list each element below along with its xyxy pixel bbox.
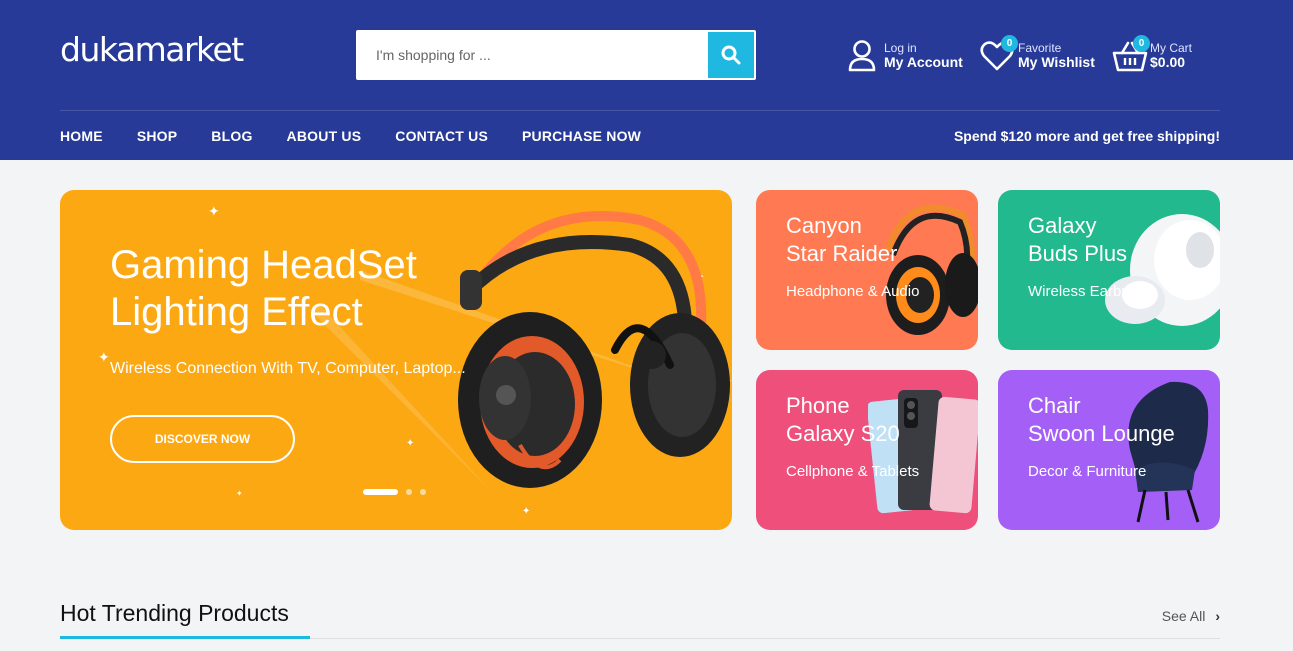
headset-image	[458, 211, 730, 488]
hero-subtitle: Wireless Connection With TV, Computer, L…	[110, 360, 466, 377]
cart-total: $0.00	[1150, 53, 1186, 70]
card-title: Chair Swoon Lounge	[1028, 392, 1175, 448]
chevron-right-icon: ›	[1215, 608, 1220, 624]
site-header: dukamarket Log in My Account 0	[0, 0, 1293, 160]
hero-title-line-2: Lighting Effect	[110, 290, 363, 334]
nav-shop[interactable]: SHOP	[137, 128, 177, 144]
hero-title-line-1: Gaming HeadSet	[110, 243, 417, 287]
promo-card-chair[interactable]: Chair Swoon Lounge Decor & Furniture	[998, 370, 1220, 530]
promo-card-earbuds[interactable]: Galaxy Buds Plus Wireless Earbuds	[998, 190, 1220, 350]
card-title-line-2: Galaxy S20	[786, 421, 900, 446]
wishlist-count-badge: 0	[1001, 35, 1018, 52]
svg-text:✦: ✦	[98, 349, 110, 365]
see-all-link[interactable]: See All ›	[1162, 608, 1220, 624]
card-title-line-1: Canyon	[786, 213, 862, 238]
search-button[interactable]	[708, 32, 754, 78]
wishlist-label: My Wishlist	[1018, 53, 1095, 70]
card-subtitle: Headphone & Audio	[786, 283, 920, 300]
promo-card-phone[interactable]: Phone Galaxy S20 Cellphone & Tablets	[756, 370, 978, 530]
card-subtitle: Wireless Earbuds	[1028, 283, 1146, 300]
header-divider	[60, 110, 1220, 111]
svg-text:✦: ✦	[236, 489, 243, 498]
card-title: Phone Galaxy S20	[786, 392, 900, 448]
discover-now-button[interactable]: DISCOVER NOW	[110, 415, 295, 463]
card-title: Galaxy Buds Plus	[1028, 212, 1127, 268]
cart-count-badge: 0	[1133, 35, 1150, 52]
site-logo[interactable]: dukamarket	[60, 30, 244, 69]
cart-link[interactable]: 0 My Cart $0.00	[1112, 35, 1192, 74]
wishlist-small-label: Favorite	[1018, 40, 1062, 55]
hero-title: Gaming HeadSet Lighting Effect	[110, 242, 417, 336]
card-title-line-2: Swoon Lounge	[1028, 421, 1175, 446]
svg-text:✦: ✦	[406, 438, 414, 449]
search-bar	[356, 30, 756, 80]
nav-blog[interactable]: BLOG	[211, 128, 252, 144]
nav-about-us[interactable]: ABOUT US	[287, 128, 362, 144]
wishlist-link[interactable]: 0 Favorite My Wishlist	[980, 35, 1095, 74]
card-title-line-2: Buds Plus	[1028, 241, 1128, 266]
account-label: My Account	[884, 53, 963, 70]
free-shipping-promo: Spend $120 more and get free shipping!	[953, 128, 1220, 144]
nav-contact-us[interactable]: CONTACT US	[395, 128, 488, 144]
card-title-line-1: Phone	[786, 393, 850, 418]
cart-small-label: My Cart	[1150, 40, 1192, 55]
slider-dot-1[interactable]	[363, 489, 398, 495]
account-small-label: Log in	[884, 40, 917, 55]
nav-purchase-now[interactable]: PURCHASE NOW	[522, 128, 641, 144]
svg-text:✦: ✦	[208, 203, 220, 219]
section-title-underline	[60, 636, 310, 639]
section-title: Hot Trending Products	[60, 600, 289, 626]
user-icon	[846, 39, 880, 73]
card-subtitle: Decor & Furniture	[1028, 463, 1147, 480]
slider-dots	[363, 489, 434, 495]
promo-card-headphone[interactable]: Canyon Star Raider Headphone & Audio	[756, 190, 978, 350]
account-link[interactable]: Log in My Account	[846, 38, 963, 74]
card-title: Canyon Star Raider	[786, 212, 897, 268]
see-all-label: See All	[1161, 608, 1206, 624]
card-title-line-1: Chair	[1028, 393, 1081, 418]
card-title-line-2: Star Raider	[786, 241, 898, 266]
card-title-line-1: Galaxy	[1028, 213, 1097, 238]
hero-banner[interactable]: ✦ ✦ ✦ ✦ ✦ ✦ ✦ Gaming HeadSet Lighting Ef…	[60, 190, 732, 530]
search-input[interactable]	[358, 32, 708, 78]
cart-icon: 0	[1112, 35, 1150, 73]
main-nav: HOME SHOP BLOG ABOUT US CONTACT US PURCH…	[60, 128, 675, 144]
heart-icon: 0	[980, 35, 1018, 73]
slider-dot-2[interactable]	[406, 489, 412, 495]
card-subtitle: Cellphone & Tablets	[786, 463, 920, 480]
nav-home[interactable]: HOME	[60, 128, 103, 144]
slider-dot-3[interactable]	[420, 489, 426, 495]
search-icon	[721, 45, 741, 65]
